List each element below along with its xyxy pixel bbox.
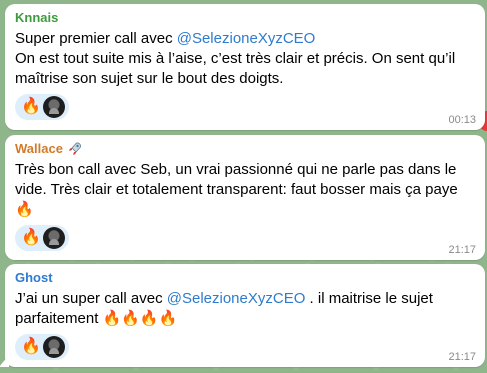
sender-name-text[interactable]: Wallace — [15, 141, 63, 157]
message-bubble[interactable]: Knnais Super premier call avec @Selezion… — [5, 4, 485, 130]
fire-reaction[interactable]: 🔥 — [21, 228, 41, 248]
message-text-part: Super premier call avec — [15, 30, 177, 47]
sender-name[interactable]: Wallace — [15, 141, 475, 157]
reactions-bar[interactable]: 🔥 — [15, 334, 69, 360]
message-text-part: On est tout suite mis à l’aise, c’est tr… — [15, 50, 456, 87]
message-time: 00:13 — [448, 114, 476, 126]
message-text: J’ai un super call avec @SelezioneXyzCEO… — [15, 289, 475, 329]
message-time: 21:17 — [448, 351, 476, 363]
reactions-bar[interactable]: 🔥 — [15, 225, 69, 251]
message-bubble[interactable]: Wallace Très bon call avec Seb, un vrai … — [5, 135, 485, 260]
sender-name-text[interactable]: Knnais — [15, 10, 58, 26]
message-text: Super premier call avec @SelezioneXyzCEO… — [15, 29, 475, 89]
sender-name[interactable]: Ghost — [15, 270, 475, 286]
message-text: Très bon call avec Seb, un vrai passionn… — [15, 161, 458, 218]
reactions-bar[interactable]: 🔥 — [15, 94, 69, 120]
fire-reaction[interactable]: 🔥 — [21, 97, 41, 117]
reactor-avatar[interactable] — [42, 336, 65, 358]
reactor-avatar[interactable] — [42, 227, 65, 249]
sender-name-text[interactable]: Ghost — [15, 270, 53, 286]
fire-reaction[interactable]: 🔥 — [21, 337, 41, 357]
reactor-avatar[interactable] — [42, 96, 65, 118]
message-time: 21:17 — [448, 244, 476, 256]
mention-link[interactable]: @SelezioneXyzCEO — [177, 30, 316, 47]
message-text-part: J’ai un super call avec — [15, 290, 167, 307]
mention-link[interactable]: @SelezioneXyzCEO — [167, 290, 306, 307]
message-bubble[interactable]: Ghost J’ai un super call avec @Selezione… — [5, 264, 485, 367]
sender-name[interactable]: Knnais — [15, 10, 475, 26]
rocket-icon — [67, 141, 83, 157]
